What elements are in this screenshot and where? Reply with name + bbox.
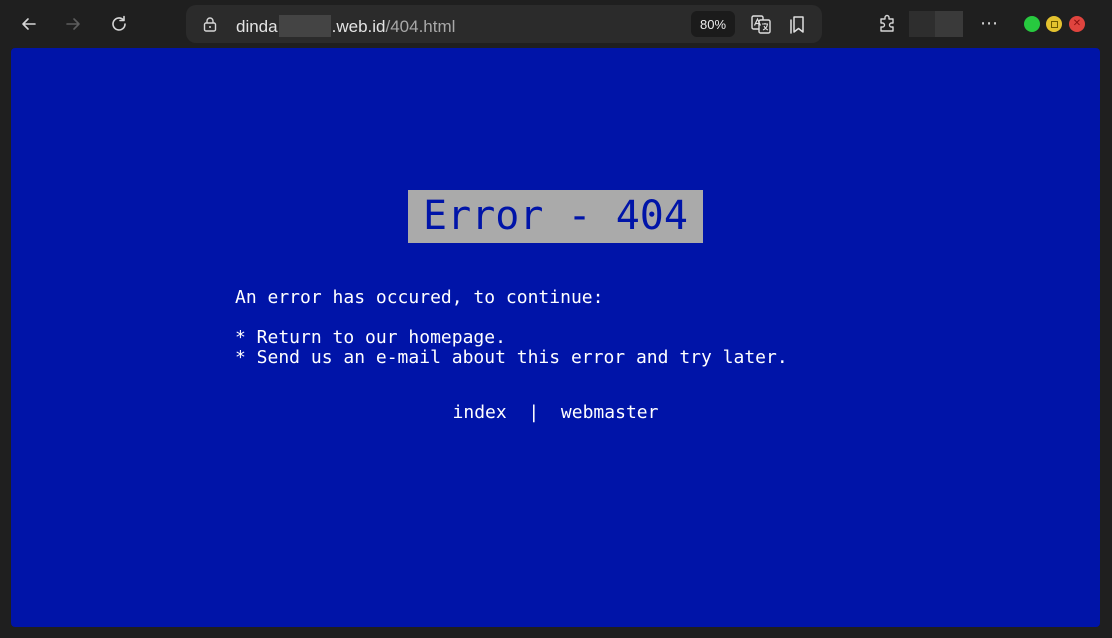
index-link[interactable]: index [453, 402, 507, 423]
translate-button[interactable] [750, 13, 772, 35]
window-bottom-edge [0, 627, 1112, 638]
url-host-suffix: .web.id [331, 17, 386, 36]
url-text[interactable]: dinda .web.id/404.html [236, 15, 455, 37]
footer-links: index | webmaster [11, 403, 1100, 423]
error-intro-text: An error has occured, to continue: [235, 287, 604, 308]
window-edge [1100, 48, 1112, 638]
redacted-block [278, 15, 331, 37]
list-item: * Return to our homepage. [235, 327, 506, 348]
profile-avatar[interactable] [909, 11, 963, 37]
maximize-icon[interactable] [1024, 16, 1040, 32]
lock-icon[interactable] [202, 16, 218, 32]
translate-icon [751, 15, 771, 34]
favorites-icon [790, 16, 804, 34]
url-path: /404.html [385, 17, 456, 36]
url-host-prefix: dinda [236, 17, 278, 36]
refresh-button[interactable] [104, 9, 134, 39]
address-bar[interactable]: dinda .web.id/404.html 80% [186, 5, 822, 43]
extensions-icon[interactable] [876, 12, 900, 36]
back-button[interactable] [14, 9, 44, 39]
browser-toolbar: dinda .web.id/404.html 80% ⋯ ✕ [0, 0, 1112, 48]
minimize-icon[interactable] [1046, 16, 1062, 32]
forward-arrow-icon [66, 18, 80, 30]
list-item: * Send us an e-mail about this error and… [235, 347, 788, 368]
page-viewport: Error - 404 An error has occured, to con… [11, 48, 1100, 627]
profile-avatar-block [935, 11, 963, 37]
more-icon[interactable]: ⋯ [976, 8, 1002, 38]
refresh-icon [112, 15, 126, 31]
zoom-indicator[interactable]: 80% [691, 11, 735, 37]
back-arrow-icon [22, 18, 36, 30]
webmaster-link[interactable]: webmaster [561, 402, 659, 423]
forward-button[interactable] [58, 9, 88, 39]
favorites-button[interactable] [787, 13, 809, 35]
close-icon[interactable]: ✕ [1069, 16, 1085, 32]
link-separator: | [528, 402, 540, 423]
error-title: Error - 404 [408, 190, 703, 243]
browser-window: dinda .web.id/404.html 80% ⋯ ✕ Error - 4… [0, 0, 1112, 638]
